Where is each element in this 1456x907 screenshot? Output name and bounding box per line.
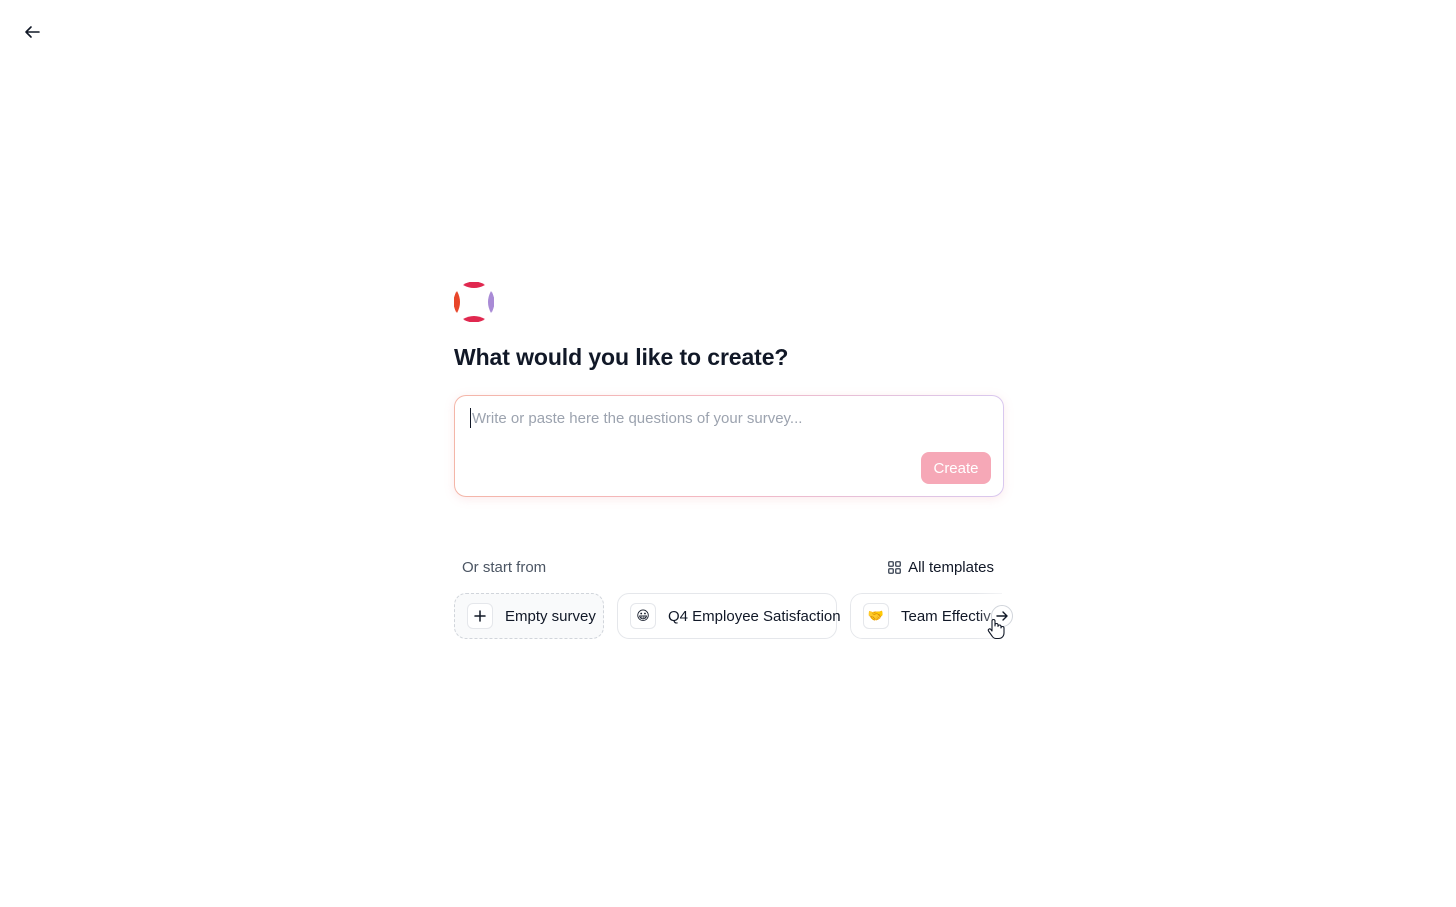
template-card-team-effectiveness[interactable]: 🤝 Team Effectiveness (850, 593, 1002, 639)
all-templates-button[interactable]: All templates (888, 559, 994, 576)
create-button[interactable]: Create (921, 452, 991, 484)
template-card-label: Empty survey (505, 607, 596, 625)
back-button[interactable] (20, 20, 44, 44)
template-card-label: Team Effectiveness (901, 607, 1002, 625)
template-cards-viewport: Empty survey 😀 Q4 Employee Satisfaction … (454, 593, 1002, 641)
arrow-right-icon (996, 611, 1008, 621)
start-from-label: Or start from (462, 558, 547, 576)
page-title: What would you like to create? (454, 344, 789, 370)
template-card-label: Q4 Employee Satisfaction (668, 607, 841, 625)
grid-icon (888, 560, 902, 574)
template-card-q4-employee-satisfaction[interactable]: 😀 Q4 Employee Satisfaction (617, 593, 841, 639)
smile-emoji-icon: 😀 (630, 603, 656, 629)
survey-questions-input[interactable] (470, 408, 972, 428)
template-card-empty-survey[interactable]: Empty survey (454, 593, 604, 639)
create-panel: What would you like to create? Create Or… (453, 281, 1013, 641)
template-carousel: Empty survey 😀 Q4 Employee Satisfaction … (454, 593, 1014, 641)
brand-logo-icon (453, 281, 495, 323)
plus-icon (467, 603, 493, 629)
arrow-left-icon (25, 26, 40, 38)
all-templates-label: All templates (908, 558, 994, 576)
handshake-emoji-icon: 🤝 (863, 603, 889, 629)
prompt-box: Create (454, 395, 1004, 497)
start-from-row: Or start from All templates (454, 557, 1004, 577)
carousel-next-button[interactable] (991, 605, 1013, 627)
